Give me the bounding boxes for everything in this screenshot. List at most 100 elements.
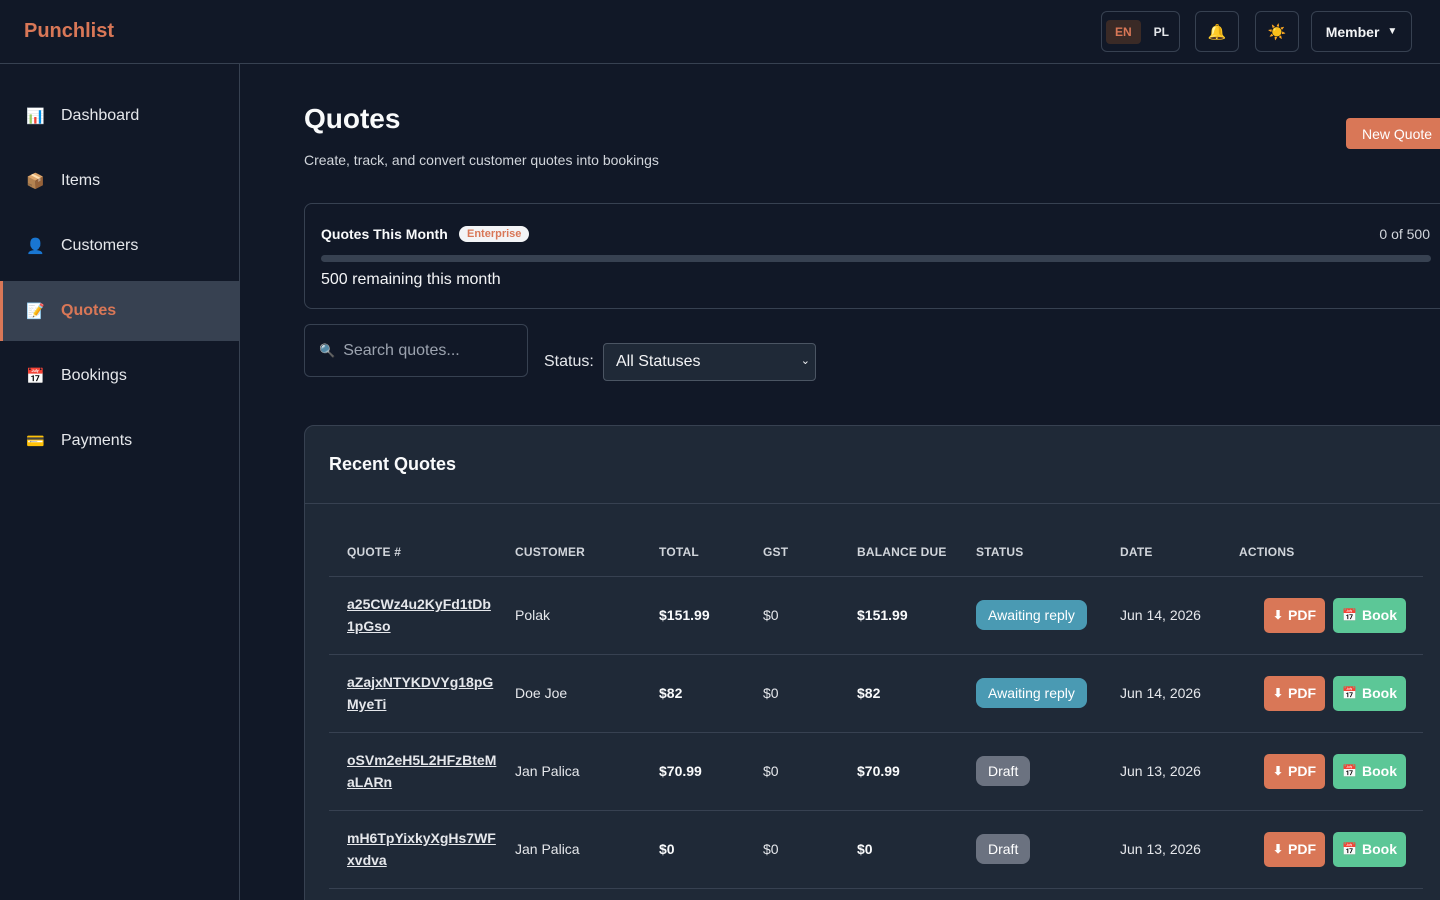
sidebar-item-label: Customers bbox=[61, 237, 139, 254]
top-bar: Punchlist EN PL 🔔 ☀️ Member ▼ bbox=[0, 0, 1440, 64]
brand-logo[interactable]: Punchlist bbox=[24, 20, 114, 43]
row-actions: ⬇ PDF 📅 Book bbox=[1239, 597, 1423, 633]
column-header-actions: ACTIONS bbox=[1221, 528, 1423, 577]
book-label: Book bbox=[1362, 607, 1397, 623]
book-label: Book bbox=[1362, 685, 1397, 701]
book-button[interactable]: 📅 Book bbox=[1333, 597, 1406, 633]
sidebar-item-label: Dashboard bbox=[61, 107, 140, 124]
bar-chart-icon: 📊 bbox=[26, 108, 45, 125]
total-cell: $0 bbox=[641, 810, 745, 889]
download-pdf-button[interactable]: ⬇ PDF bbox=[1263, 597, 1326, 633]
sidebar-item-label: Bookings bbox=[61, 367, 127, 384]
status-badge: Awaiting reply bbox=[976, 678, 1087, 708]
status-filter-select[interactable]: All Statuses ⌄ bbox=[603, 343, 816, 381]
table-header-row: QUOTE # CUSTOMER TOTAL GST BALANCE DUE S… bbox=[329, 528, 1423, 577]
download-pdf-button[interactable]: ⬇ PDF bbox=[1263, 753, 1326, 789]
pdf-label: PDF bbox=[1288, 763, 1317, 779]
table-row: a25CWz4u2KyFd1tDb1pGso Polak $151.99 $0 … bbox=[329, 576, 1423, 655]
download-icon: ⬇ bbox=[1272, 686, 1284, 700]
calendar-icon: 📅 bbox=[1342, 764, 1357, 778]
column-header-date[interactable]: DATE bbox=[1102, 528, 1221, 577]
quote-id-link[interactable]: a25CWz4u2KyFd1tDb1pGso bbox=[347, 593, 497, 637]
column-header-customer[interactable]: CUSTOMER bbox=[497, 528, 641, 577]
quote-id-link[interactable]: mH6TpYixkyXgHs7WFxvdva bbox=[347, 827, 497, 871]
plan-badge: Enterprise bbox=[459, 226, 530, 242]
pdf-label: PDF bbox=[1288, 685, 1317, 701]
sidebar-item-customers[interactable]: 👤 Customers bbox=[0, 216, 239, 276]
total-cell: $151.99 bbox=[641, 576, 745, 655]
usage-progress-bar bbox=[321, 255, 1431, 262]
column-header-balance[interactable]: BALANCE DUE bbox=[839, 528, 958, 577]
language-switcher: EN PL bbox=[1101, 11, 1180, 52]
book-label: Book bbox=[1362, 763, 1397, 779]
date-cell: Jun 14, 2026 bbox=[1102, 576, 1221, 655]
search-box[interactable]: 🔍 bbox=[304, 324, 528, 377]
card-title: Recent Quotes bbox=[305, 426, 1440, 504]
language-en[interactable]: EN bbox=[1106, 19, 1141, 44]
quote-id-link[interactable]: oSVm2eH5L2HFzBteMaLARn bbox=[347, 749, 497, 793]
table-row: aZajxNTYKDVYg18pGMyeTi Doe Joe $82 $0 $8… bbox=[329, 654, 1423, 733]
customer-cell: Polak bbox=[497, 576, 641, 655]
gst-cell: $0 bbox=[745, 654, 839, 733]
calendar-icon: 📅 bbox=[1342, 686, 1357, 700]
sidebar-item-payments[interactable]: 💳 Payments bbox=[0, 411, 239, 471]
sidebar-item-label: Items bbox=[61, 172, 101, 189]
balance-cell: $0 bbox=[839, 810, 958, 889]
download-icon: ⬇ bbox=[1272, 842, 1284, 856]
date-cell: Jun 14, 2026 bbox=[1102, 654, 1221, 733]
sidebar-item-quotes[interactable]: 📝 Quotes bbox=[0, 281, 239, 341]
download-icon: ⬇ bbox=[1272, 608, 1284, 622]
package-icon: 📦 bbox=[26, 173, 45, 190]
caret-down-icon: ▼ bbox=[1387, 26, 1398, 37]
user-icon: 👤 bbox=[26, 238, 45, 255]
sidebar-item-bookings[interactable]: 📅 Bookings bbox=[0, 346, 239, 406]
sidebar-item-dashboard[interactable]: 📊 Dashboard bbox=[0, 86, 239, 146]
new-quote-button[interactable]: New Quote bbox=[1346, 118, 1440, 149]
status-badge: Draft bbox=[976, 756, 1031, 786]
column-header-gst[interactable]: GST bbox=[745, 528, 839, 577]
book-button[interactable]: 📅 Book bbox=[1333, 831, 1406, 867]
table-row: oSVm2eH5L2HFzBteMaLARn Jan Palica $70.99… bbox=[329, 732, 1423, 811]
status-badge: Awaiting reply bbox=[976, 600, 1087, 630]
search-input[interactable] bbox=[343, 341, 514, 360]
usage-title: Quotes This Month bbox=[321, 226, 448, 242]
notifications-button[interactable]: 🔔 bbox=[1195, 11, 1239, 52]
column-header-quote[interactable]: QUOTE # bbox=[329, 528, 497, 577]
language-pl[interactable]: PL bbox=[1145, 20, 1178, 44]
quotes-table: QUOTE # CUSTOMER TOTAL GST BALANCE DUE S… bbox=[329, 528, 1423, 889]
download-pdf-button[interactable]: ⬇ PDF bbox=[1263, 831, 1326, 867]
row-actions: ⬇ PDF 📅 Book bbox=[1239, 831, 1423, 867]
customer-cell: Doe Joe bbox=[497, 654, 641, 733]
pdf-label: PDF bbox=[1288, 841, 1317, 857]
quote-id-link[interactable]: aZajxNTYKDVYg18pGMyeTi bbox=[347, 671, 497, 715]
theme-toggle-button[interactable]: ☀️ bbox=[1255, 11, 1299, 52]
status-badge: Draft bbox=[976, 834, 1031, 864]
column-header-total[interactable]: TOTAL bbox=[641, 528, 745, 577]
sidebar-item-items[interactable]: 📦 Items bbox=[0, 151, 239, 211]
sun-icon: ☀️ bbox=[1267, 23, 1287, 41]
status-filter-label: Status: bbox=[544, 353, 594, 370]
total-cell: $70.99 bbox=[641, 732, 745, 811]
row-actions: ⬇ PDF 📅 Book bbox=[1239, 675, 1423, 711]
table-row: mH6TpYixkyXgHs7WFxvdva Jan Palica $0 $0 … bbox=[329, 810, 1423, 889]
column-header-status[interactable]: STATUS bbox=[958, 528, 1102, 577]
member-menu-button[interactable]: Member ▼ bbox=[1311, 11, 1412, 52]
gst-cell: $0 bbox=[745, 576, 839, 655]
page-title: Quotes bbox=[304, 103, 401, 134]
pdf-label: PDF bbox=[1288, 607, 1317, 623]
chevron-down-icon: ⌄ bbox=[800, 355, 810, 367]
gst-cell: $0 bbox=[745, 732, 839, 811]
download-pdf-button[interactable]: ⬇ PDF bbox=[1263, 675, 1326, 711]
book-label: Book bbox=[1362, 841, 1397, 857]
sidebar: 📊 Dashboard 📦 Items 👤 Customers 📝 Quotes… bbox=[0, 64, 240, 900]
total-cell: $82 bbox=[641, 654, 745, 733]
balance-cell: $151.99 bbox=[839, 576, 958, 655]
member-label: Member bbox=[1325, 23, 1380, 40]
calendar-icon: 📅 bbox=[26, 368, 45, 385]
book-button[interactable]: 📅 Book bbox=[1333, 675, 1406, 711]
sidebar-item-label: Payments bbox=[61, 432, 133, 449]
book-button[interactable]: 📅 Book bbox=[1333, 753, 1406, 789]
gst-cell: $0 bbox=[745, 810, 839, 889]
page-subtitle: Create, track, and convert customer quot… bbox=[304, 152, 659, 168]
download-icon: ⬇ bbox=[1272, 764, 1284, 778]
